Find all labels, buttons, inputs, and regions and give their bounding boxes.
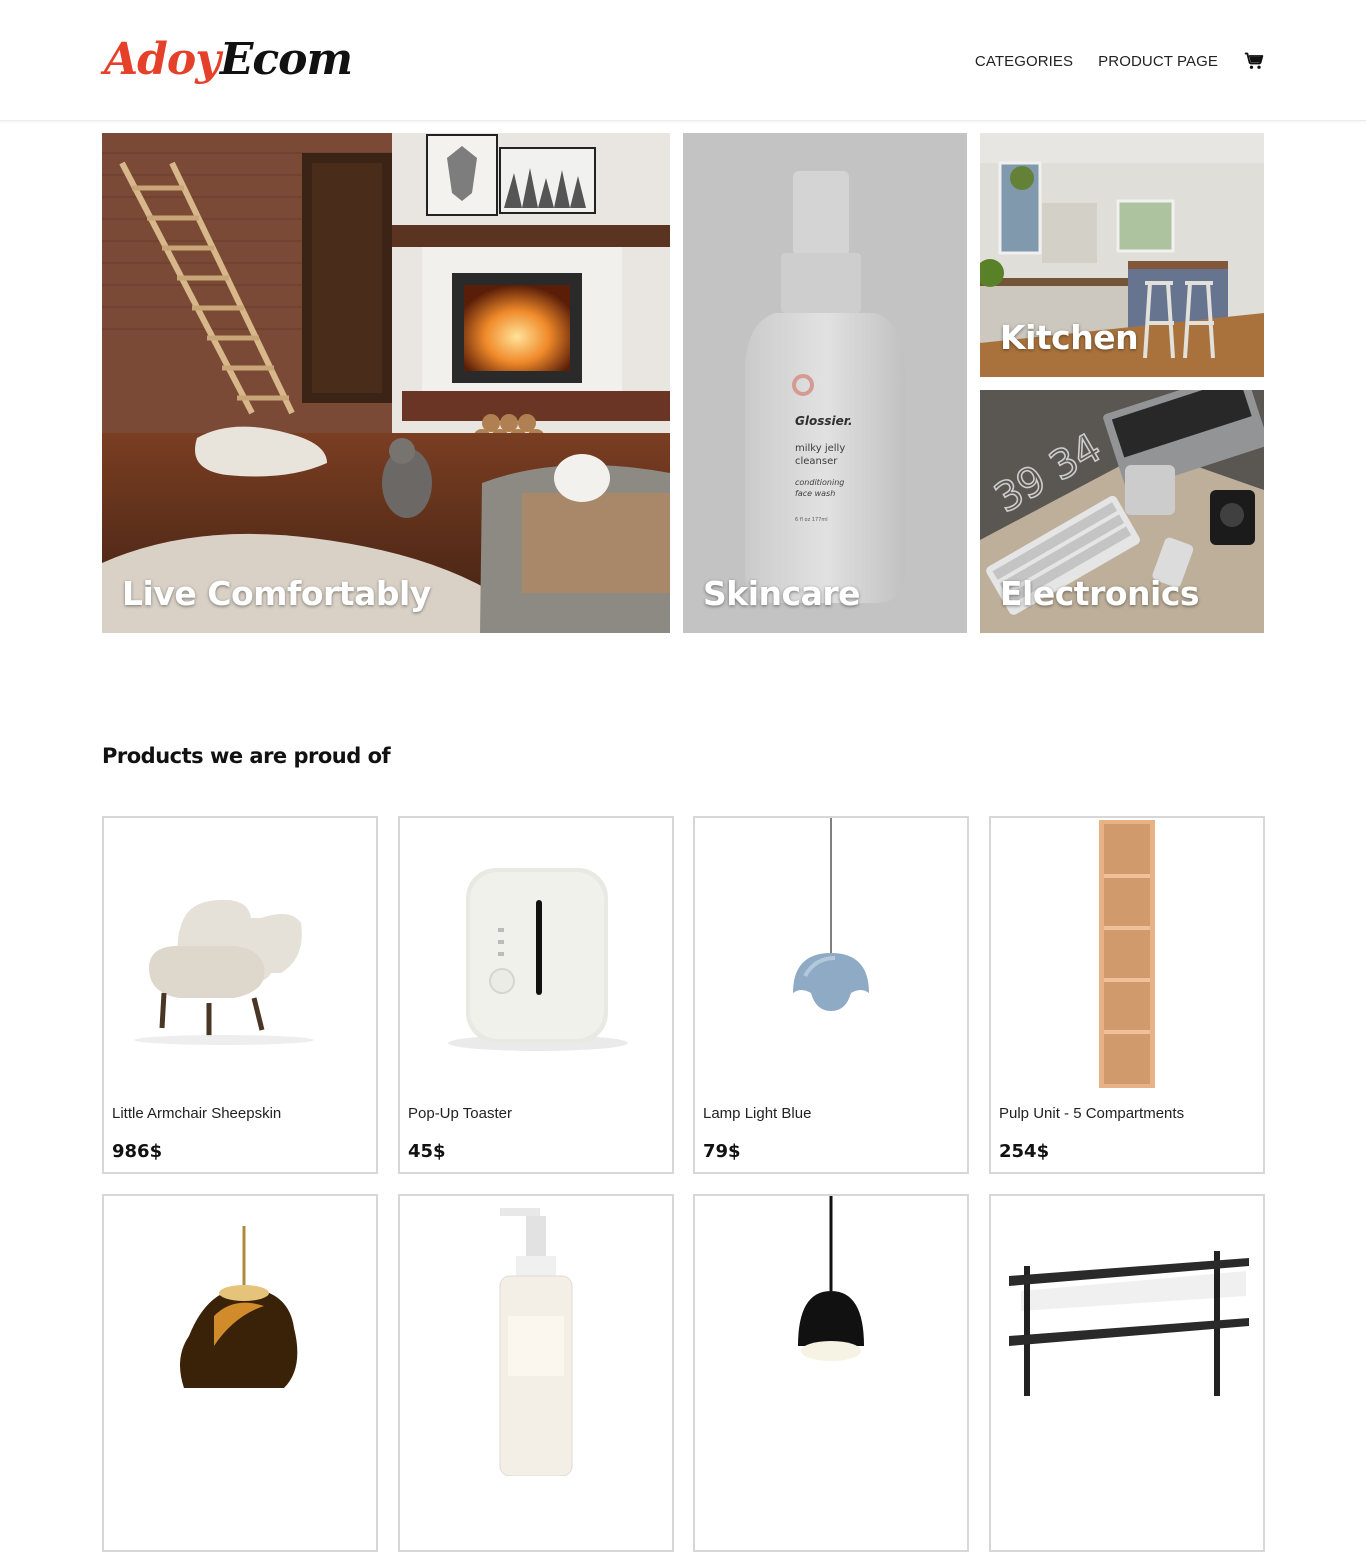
skincare-image: Glossier. milky jelly cleanser condition… [683,133,967,633]
product-price: 254$ [999,1141,1050,1162]
product-card[interactable] [989,1194,1265,1552]
hero-tile-live-comfortably[interactable]: Live Comfortably [102,133,670,633]
product-price: 79$ [703,1141,741,1162]
product-name: Little Armchair Sheepskin [112,1105,282,1122]
nav-link-product-page[interactable]: PRODUCT PAGE [1098,53,1218,70]
product-name: Pulp Unit - 5 Compartments [999,1105,1185,1122]
product-card[interactable] [102,1194,378,1552]
site-header: AdoyEcom CATEGORIES PRODUCT PAGE [0,0,1366,121]
product-card[interactable] [398,1194,674,1552]
hero-tile-electronics[interactable]: 39 34 Electronics [980,390,1264,633]
cart-icon[interactable] [1244,51,1264,71]
product-card[interactable]: Little Armchair Sheepskin 986$ [102,816,378,1174]
product-name: Lamp Light Blue [703,1105,812,1122]
product-name: Pop-Up Toaster [408,1105,512,1122]
product-image [991,818,1263,1098]
main-nav: CATEGORIES PRODUCT PAGE [950,44,1264,78]
product-card[interactable]: Pop-Up Toaster 45$ [398,816,674,1174]
product-image [400,1196,672,1477]
hero-tile-label: Electronics [1000,574,1200,613]
product-image [695,1196,967,1476]
product-image [991,1196,1263,1476]
product-image [400,818,672,1098]
product-image [104,818,376,1098]
product-card[interactable] [693,1194,969,1552]
hero-tile-kitchen[interactable]: Kitchen [980,133,1264,377]
hero-tile-label: Skincare [703,574,861,613]
product-price: 986$ [112,1141,163,1162]
section-title: Products we are proud of [102,744,391,768]
hero-tile-label: Kitchen [1000,318,1139,357]
living-room-image [102,133,670,633]
nav-link-categories[interactable]: CATEGORIES [975,53,1073,70]
product-image [695,818,967,1098]
product-card[interactable]: Pulp Unit - 5 Compartments 254$ [989,816,1265,1174]
hero-tile-skincare[interactable]: Glossier. milky jelly cleanser condition… [683,133,967,633]
logo[interactable]: AdoyEcom [104,30,353,90]
product-image [104,1196,376,1476]
logo-part-2: Ecom [219,34,353,85]
hero-tile-label: Live Comfortably [122,574,431,613]
product-price: 45$ [408,1141,446,1162]
logo-part-1: Adoy [104,34,221,85]
product-card[interactable]: Lamp Light Blue 79$ [693,816,969,1174]
